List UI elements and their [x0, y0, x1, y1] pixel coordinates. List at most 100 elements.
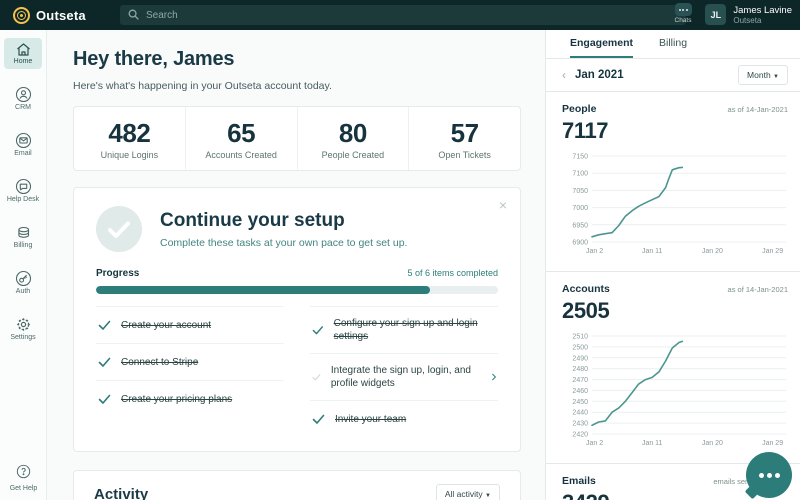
sidebar-item-label: Auth [4, 288, 42, 296]
envelope-circle-icon [15, 132, 32, 149]
sidebar-item-email[interactable]: Email [4, 128, 42, 161]
task-connect-stripe[interactable]: Connect to Stripe [96, 343, 284, 380]
sidebar: Home CRM Email Help Desk Billing Auth Se… [0, 30, 47, 500]
stat-label: Accounts Created [186, 150, 297, 160]
task-label: Create your pricing plans [121, 393, 232, 406]
check-icon [312, 325, 324, 336]
user-menu[interactable]: JL James Lavine Outseta [705, 4, 792, 25]
close-icon[interactable]: × [499, 198, 507, 212]
chats-label: Chats [668, 17, 698, 24]
sidebar-item-help-desk[interactable]: Help Desk [4, 174, 42, 207]
check-icon [312, 372, 321, 383]
check-icon [98, 357, 111, 368]
stat-label: Unique Logins [74, 150, 185, 160]
check-icon [98, 394, 111, 405]
sidebar-item-label: Help Desk [4, 196, 42, 204]
stat-label: People Created [298, 150, 409, 160]
sidebar-item-settings[interactable]: Settings [4, 312, 42, 345]
sidebar-item-label: Home [4, 58, 42, 66]
setup-subtitle: Complete these tasks at your own pace to… [160, 237, 407, 249]
svg-text:7150: 7150 [572, 154, 588, 161]
accounts-chart: 2510250024902480247024602450244024302420… [562, 330, 788, 453]
task-create-account[interactable]: Create your account [96, 306, 284, 343]
task-invite-team[interactable]: Invite your team [310, 400, 498, 437]
progress-bar [96, 286, 498, 294]
svg-text:Jan 2: Jan 2 [586, 248, 603, 255]
page-subtitle: Here's what's happening in your Outseta … [73, 80, 521, 92]
get-help-label: Get Help [0, 485, 47, 492]
page-title: Hey there, James [73, 48, 521, 71]
stats-card: 482 Unique Logins 65 Accounts Created 80… [73, 106, 521, 171]
task-label: Create your account [121, 319, 211, 332]
progress-fill [96, 286, 430, 294]
stat-unique-logins: 482 Unique Logins [74, 107, 185, 170]
check-icon [98, 320, 111, 331]
activity-title: Activity [94, 486, 148, 500]
svg-text:Jan 20: Jan 20 [702, 440, 723, 447]
svg-text:6950: 6950 [572, 222, 588, 229]
accounts-total: 2505 [562, 298, 788, 324]
gear-icon [15, 316, 32, 333]
setup-card: × Continue your setup Complete these tas… [73, 187, 521, 452]
task-label: Invite your team [335, 413, 406, 426]
svg-text:Jan 11: Jan 11 [642, 440, 663, 447]
tab-engagement[interactable]: Engagement [570, 30, 633, 58]
svg-text:2490: 2490 [572, 355, 588, 362]
user-name: James Lavine [733, 5, 792, 16]
svg-text:2420: 2420 [572, 432, 588, 439]
people-total: 7117 [562, 118, 788, 144]
progress-label: Progress [96, 268, 139, 279]
svg-text:Jan 29: Jan 29 [762, 440, 783, 447]
svg-text:2470: 2470 [572, 377, 588, 384]
tab-billing[interactable]: Billing [659, 30, 687, 58]
svg-text:7100: 7100 [572, 171, 588, 178]
period-label: Jan 2021 [575, 69, 624, 81]
task-label: Configure your sign up and login setting… [334, 317, 496, 343]
search-input[interactable] [120, 5, 686, 25]
svg-text:2430: 2430 [572, 421, 588, 428]
main-content: Hey there, James Here's what's happening… [47, 30, 545, 500]
people-as-of: as of 14-Jan-2021 [728, 105, 788, 114]
stat-label: Open Tickets [409, 150, 520, 160]
sidebar-item-auth[interactable]: Auth [4, 266, 42, 299]
top-bar: Outseta Chats JL James Lavine Outseta [0, 0, 800, 30]
svg-text:2480: 2480 [572, 366, 588, 373]
chat-widget-button[interactable] [746, 452, 792, 498]
stat-people-created: 80 People Created [297, 107, 409, 170]
avatar: JL [705, 4, 726, 25]
person-circle-icon [15, 86, 32, 103]
svg-text:Jan 2: Jan 2 [586, 440, 603, 447]
svg-text:2510: 2510 [572, 334, 588, 341]
question-circle-icon [16, 464, 31, 479]
period-selector-dropdown[interactable]: Month ▼ [738, 65, 788, 85]
sidebar-item-crm[interactable]: CRM [4, 82, 42, 115]
svg-text:2460: 2460 [572, 388, 588, 395]
user-org: Outseta [733, 16, 792, 25]
activity-card: Activity All activity ▼ TODAY todd@tierf… [73, 470, 521, 500]
sidebar-item-label: CRM [4, 104, 42, 112]
stat-value: 57 [409, 118, 520, 149]
coins-icon [15, 224, 32, 241]
svg-text:2450: 2450 [572, 399, 588, 406]
outseta-rings-icon [13, 7, 30, 24]
task-signup-login-settings[interactable]: Configure your sign up and login setting… [310, 306, 498, 353]
global-search[interactable] [120, 5, 686, 25]
people-section: People as of 14-Jan-2021 7117 7150710070… [546, 92, 800, 272]
activity-filter-dropdown[interactable]: All activity ▼ [436, 484, 500, 500]
stat-value: 65 [186, 118, 297, 149]
sidebar-item-home[interactable]: Home [4, 38, 42, 69]
chevron-left-icon[interactable]: ‹ [562, 68, 566, 82]
task-integrate-widgets[interactable]: Integrate the sign up, login, and profil… [310, 353, 498, 400]
accounts-title: Accounts [562, 283, 610, 295]
period-row: ‹ Jan 2021 Month ▼ [546, 59, 800, 92]
task-pricing-plans[interactable]: Create your pricing plans [96, 380, 284, 417]
chats-button[interactable]: Chats [668, 2, 698, 29]
stat-value: 80 [298, 118, 409, 149]
outseta-logo[interactable]: Outseta [13, 0, 86, 30]
svg-text:2440: 2440 [572, 410, 588, 417]
get-help-button[interactable]: Get Help [0, 464, 47, 492]
sidebar-item-billing[interactable]: Billing [4, 220, 42, 253]
chevron-right-icon [492, 372, 496, 382]
key-circle-icon [15, 270, 32, 287]
sidebar-item-label: Billing [4, 242, 42, 250]
